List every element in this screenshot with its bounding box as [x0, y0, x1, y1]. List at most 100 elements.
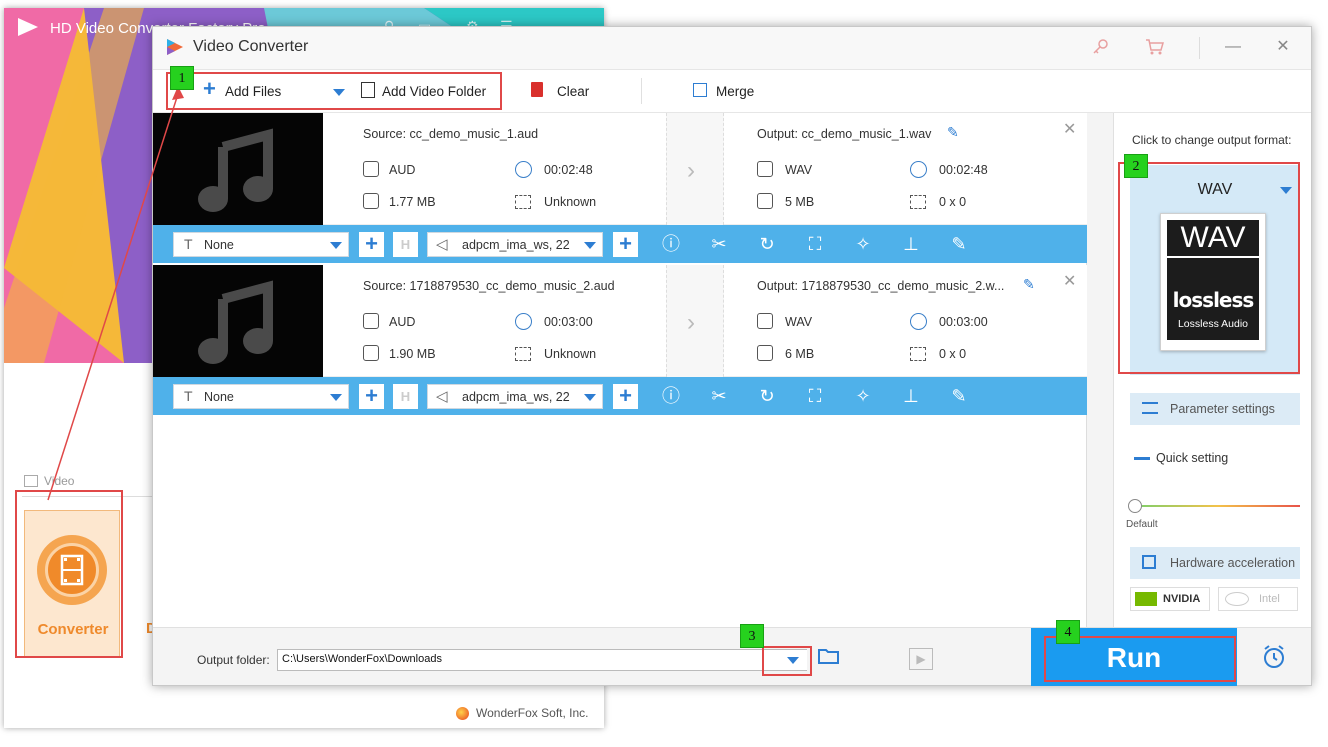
resolution-icon	[910, 347, 926, 361]
sliders-icon	[1142, 402, 1158, 414]
scissors-icon[interactable]: ✂	[707, 385, 731, 407]
intel-button[interactable]: Intel	[1218, 587, 1298, 611]
nvidia-label: NVIDIA	[1163, 593, 1201, 605]
key-icon[interactable]	[1087, 35, 1115, 59]
clock-icon	[910, 313, 927, 330]
edit-output-name-icon[interactable]: ✎	[1023, 276, 1035, 293]
chevron-down-icon	[584, 394, 596, 401]
remove-file-icon[interactable]: ✕	[1063, 271, 1076, 291]
source-size: 1.90 MB	[389, 347, 436, 361]
output-name: Output: cc_demo_music_1.wav	[757, 127, 932, 141]
toolbar-separator	[641, 78, 642, 104]
output-folder-label: Output folder:	[197, 653, 270, 667]
add-audio-button[interactable]: +	[613, 232, 638, 257]
rotate-icon[interactable]: ↻	[755, 233, 779, 255]
rotate-icon[interactable]: ↻	[755, 385, 779, 407]
output-folder-field[interactable]: C:\Users\WonderFox\Downloads	[277, 649, 807, 671]
cart-icon[interactable]	[1141, 35, 1169, 59]
merge-button[interactable]: Merge	[716, 84, 754, 99]
clock-icon	[515, 161, 532, 178]
add-subtitle-button[interactable]: +	[359, 232, 384, 257]
preview-icon[interactable]: ▶	[909, 648, 933, 670]
step-badge: 3	[740, 624, 764, 648]
title-bar: Video Converter — ✕	[153, 27, 1311, 69]
close-button[interactable]: ✕	[1269, 35, 1297, 59]
hardware-acceleration-button[interactable]: Hardware acceleration	[1130, 547, 1300, 579]
scissors-icon[interactable]: ✂	[707, 233, 731, 255]
output-resolution: 0 x 0	[939, 195, 967, 209]
video-section-label: Video	[44, 474, 75, 488]
chevron-right-icon: ›	[687, 157, 695, 184]
hardsub-icon[interactable]: H	[393, 232, 418, 257]
subtitle-edit-icon[interactable]: ✎	[947, 385, 971, 407]
subtitle-select[interactable]: T None	[173, 232, 349, 257]
speaker-icon: ◁	[436, 236, 448, 253]
source-format: AUD	[389, 315, 416, 329]
title-separator	[1199, 37, 1200, 59]
hardsub-icon[interactable]: H	[393, 384, 418, 409]
output-name: Output: 1718879530_cc_demo_music_2.w...	[757, 279, 1005, 293]
convert-arrow: ›	[666, 265, 724, 377]
music-note-icon	[198, 128, 273, 212]
file-row[interactable]: Source: 1718879530_cc_demo_music_2.aud A…	[153, 265, 1087, 415]
info-icon[interactable]: ⓘ	[659, 233, 683, 255]
alarm-clock-icon[interactable]	[1261, 644, 1287, 670]
file-size-icon	[363, 193, 379, 209]
subtitle-edit-icon[interactable]: ✎	[947, 233, 971, 255]
convert-arrow: ›	[666, 113, 724, 225]
quick-setting-label: Quick setting	[1156, 451, 1229, 465]
info-icon[interactable]: ⓘ	[659, 385, 683, 407]
parameter-settings-label: Parameter settings	[1170, 402, 1275, 416]
hardware-acceleration-label: Hardware acceleration	[1170, 556, 1296, 570]
audio-format-icon	[363, 161, 379, 177]
music-note-icon	[198, 280, 273, 364]
add-subtitle-button[interactable]: +	[359, 384, 384, 409]
resolution-icon	[515, 195, 531, 209]
parameter-settings-button[interactable]: Parameter settings	[1130, 393, 1300, 425]
file-tools-bar: T None + H ◁ adpcm_ima_ws, 22 + ⓘ ✂ ↻ ⛶ …	[153, 377, 1087, 415]
chip-icon	[1142, 555, 1156, 569]
remove-file-icon[interactable]: ✕	[1063, 119, 1076, 139]
converter-logo-icon	[165, 37, 185, 57]
clear-button[interactable]: Clear	[557, 84, 589, 99]
audio-track-value: adpcm_ima_ws, 22	[462, 390, 570, 404]
add-audio-button[interactable]: +	[613, 384, 638, 409]
nvidia-button[interactable]: NVIDIA	[1130, 587, 1210, 611]
quality-slider-track[interactable]	[1136, 505, 1300, 507]
file-tools-bar: T None + H ◁ adpcm_ima_ws, 22 + ⓘ ✂ ↻ ⛶ …	[153, 225, 1087, 263]
effects-wand-icon[interactable]: ✧	[851, 385, 875, 407]
watermark-stamp-icon[interactable]: ⊥	[899, 385, 923, 407]
nvidia-logo-icon	[1135, 592, 1157, 606]
file-thumbnail	[153, 113, 323, 225]
audio-track-select[interactable]: ◁ adpcm_ima_ws, 22	[427, 232, 603, 257]
effects-wand-icon[interactable]: ✧	[851, 233, 875, 255]
source-resolution: Unknown	[544, 347, 597, 361]
crop-icon[interactable]: ⛶	[803, 385, 827, 407]
quality-slider-handle[interactable]	[1128, 499, 1142, 513]
quick-setting-icon	[1134, 457, 1150, 460]
output-size: 6 MB	[785, 347, 815, 361]
crop-icon[interactable]: ⛶	[803, 233, 827, 255]
clock-icon	[515, 313, 532, 330]
open-folder-icon[interactable]	[817, 646, 843, 670]
minimize-button[interactable]: —	[1219, 35, 1247, 59]
edit-output-name-icon[interactable]: ✎	[947, 124, 959, 141]
subtitle-select[interactable]: T None	[173, 384, 349, 409]
file-info: Source: cc_demo_music_1.aud AUD 00:02:48…	[153, 113, 1087, 225]
chevron-down-icon	[584, 242, 596, 249]
watermark-stamp-icon[interactable]: ⊥	[899, 233, 923, 255]
output-duration: 00:03:00	[939, 315, 988, 329]
output-format: WAV	[785, 315, 813, 329]
intel-label: Intel	[1259, 593, 1280, 605]
text-icon: T	[184, 388, 193, 404]
file-row[interactable]: Source: cc_demo_music_1.aud AUD 00:02:48…	[153, 113, 1087, 263]
source-name: Source: cc_demo_music_1.aud	[363, 127, 539, 141]
output-format: WAV	[785, 163, 813, 177]
output-resolution: 0 x 0	[939, 347, 967, 361]
audio-track-select[interactable]: ◁ adpcm_ima_ws, 22	[427, 384, 603, 409]
source-duration: 00:03:00	[544, 315, 593, 329]
text-icon: T	[184, 236, 193, 252]
resolution-icon	[515, 347, 531, 361]
file-size-icon	[363, 345, 379, 361]
window-title: Video Converter	[193, 38, 309, 55]
